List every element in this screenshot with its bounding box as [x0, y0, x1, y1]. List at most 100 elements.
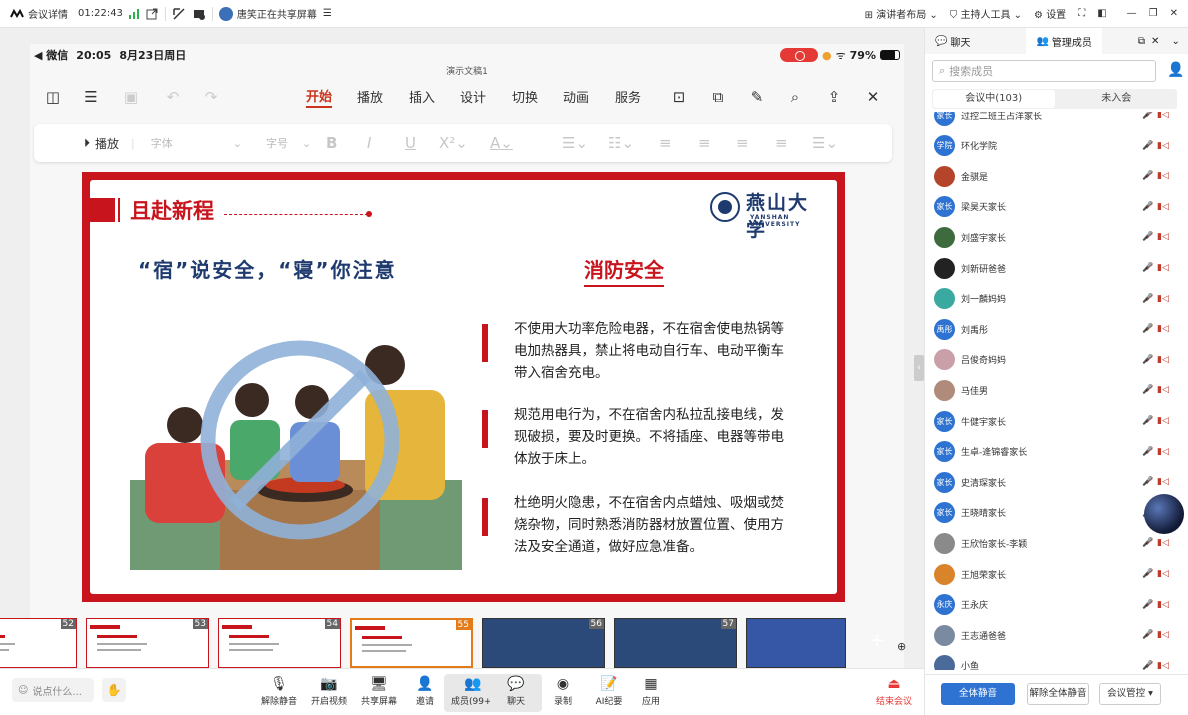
segment-not-joined[interactable]: 未入会 — [1056, 89, 1178, 109]
member-row[interactable]: 家长 牛健宇家长 🎤̸ ▮◁ — [925, 406, 1188, 436]
member-row[interactable]: 禹彤 刘禹彤 🎤̸ ▮◁ — [925, 314, 1188, 344]
camera-off-icon[interactable]: ▮◁ — [1157, 661, 1169, 670]
restore-icon[interactable]: ❐ — [1149, 8, 1158, 19]
camera-off-icon[interactable]: ▮◁ — [1157, 141, 1169, 151]
mic-muted-icon[interactable]: 🎤̸ — [1142, 569, 1153, 579]
camera-off-icon[interactable]: ▮◁ — [1157, 538, 1169, 548]
meeting-info-group[interactable]: 会议详情 01:22:43 — [10, 6, 159, 21]
member-row[interactable]: 家长 过控二班王占洋家长 🎤̸ ▮◁ — [925, 112, 1188, 130]
slide-thumbnail[interactable]: 52 — [0, 618, 77, 668]
tab-chat[interactable]: 💬 聊天 — [925, 34, 980, 49]
mic-muted-icon[interactable]: 🎤̸ — [1142, 661, 1153, 670]
member-row[interactable]: 永庆 王永庆 🎤̸ ▮◁ — [925, 590, 1188, 620]
camera-off-icon[interactable]: ▮◁ — [1157, 112, 1169, 120]
meeting-control-button[interactable]: 会议管控 ▾ — [1099, 683, 1161, 705]
camera-off-icon[interactable]: ▮◁ — [1157, 600, 1169, 610]
camera-off-icon[interactable]: ▮◁ — [1157, 355, 1169, 365]
annotate-icon[interactable] — [172, 7, 186, 21]
zoom-icon[interactable]: ⊕ — [897, 640, 913, 656]
member-row[interactable]: 马佳男 🎤̸ ▮◁ — [925, 375, 1188, 405]
member-row[interactable]: 王欣怡家长-李颖 🎤̸ ▮◁ — [925, 528, 1188, 558]
close-panel-icon[interactable]: ✕ — [1151, 36, 1159, 47]
camera-off-icon[interactable]: ▮◁ — [1157, 630, 1169, 640]
member-row[interactable]: 王志通爸爸 🎤̸ ▮◁ — [925, 620, 1188, 650]
collapse-panel-icon[interactable]: ‹ — [914, 355, 924, 381]
slide-thumbnail[interactable]: 54 — [218, 618, 341, 668]
member-avatar — [934, 165, 955, 187]
mic-muted-icon[interactable]: 🎤̸ — [1142, 600, 1153, 610]
remote-control-icon[interactable] — [192, 7, 206, 21]
unmute-all-button[interactable]: 解除全体静音 — [1027, 683, 1089, 705]
member-row[interactable]: 王旭荣家长 🎤̸ ▮◁ — [925, 559, 1188, 589]
exit-icon: ⏏ — [887, 676, 901, 692]
host-tools-button[interactable]: ⛉ 主持人工具 ⌄ — [950, 6, 1022, 21]
floating-assistant-orb[interactable] — [1144, 494, 1184, 534]
mic-muted-icon[interactable]: 🎤̸ — [1142, 171, 1153, 181]
member-avatar: 家长 — [934, 502, 955, 524]
settings-button[interactable]: ⚙ 设置 — [1034, 6, 1066, 21]
member-row[interactable]: 家长 史清琛家长 🎤̸ ▮◁ — [925, 467, 1188, 497]
member-row[interactable]: 刘一麟妈妈 🎤̸ ▮◁ — [925, 284, 1188, 314]
camera-off-icon[interactable]: ▮◁ — [1157, 324, 1169, 334]
mic-muted-icon[interactable]: 🎤̸ — [1142, 112, 1153, 120]
slide-thumbnail-selected[interactable]: 55 — [350, 618, 473, 668]
external-link-icon[interactable] — [145, 7, 159, 21]
member-row[interactable]: 金骐是 🎤̸ ▮◁ — [925, 161, 1188, 191]
member-row[interactable]: 家长 生卓-逄锦睿家长 🎤̸ ▮◁ — [925, 437, 1188, 467]
add-member-icon[interactable]: 👤 — [1167, 62, 1184, 78]
mic-muted-icon[interactable]: 🎤̸ — [1142, 232, 1153, 242]
menu-icon[interactable]: ☰ — [323, 8, 332, 19]
member-row[interactable]: 家长 梁昊天家长 🎤̸ ▮◁ — [925, 192, 1188, 222]
member-row[interactable]: 小鱼 🎤̸ ▮◁ — [925, 651, 1188, 670]
meeting-info-label[interactable]: 会议详情 — [28, 6, 68, 21]
fullscreen-icon[interactable]: ⛶ — [1078, 8, 1085, 19]
slide-thumbnail[interactable]: 56 — [482, 618, 605, 668]
chat-quick-input[interactable]: ☺ 说点什么... — [12, 678, 94, 702]
presenter-layout-button[interactable]: ⊞ 演讲者布局 ⌄ — [865, 6, 938, 21]
tab-manage-members[interactable]: 👥 管理成员 — [1026, 28, 1102, 54]
mic-muted-icon[interactable]: 🎤̸ — [1142, 202, 1153, 212]
segment-in-meeting[interactable]: 会议中(103) — [933, 90, 1055, 108]
no-hotpot-illustration — [130, 340, 462, 570]
member-search-input[interactable]: ⌕ 搜索成员 — [932, 60, 1156, 82]
mic-muted-icon[interactable]: 🎤̸ — [1142, 141, 1153, 151]
mic-muted-icon[interactable]: 🎤̸ — [1142, 385, 1153, 395]
slide-thumbnail[interactable]: 53 — [86, 618, 209, 668]
mic-muted-icon[interactable]: 🎤̸ — [1142, 263, 1153, 273]
camera-off-icon[interactable]: ▮◁ — [1157, 171, 1169, 181]
close-icon[interactable]: ✕ — [1170, 8, 1178, 19]
member-row[interactable]: 吕俊奇妈妈 🎤̸ ▮◁ — [925, 345, 1188, 375]
camera-off-icon[interactable]: ▮◁ — [1157, 263, 1169, 273]
camera-off-icon[interactable]: ▮◁ — [1157, 294, 1169, 304]
popout-icon[interactable]: ⧉ — [1138, 36, 1145, 47]
mic-muted-icon[interactable]: 🎤̸ — [1142, 355, 1153, 365]
camera-off-icon[interactable]: ▮◁ — [1157, 416, 1169, 426]
minimize-icon[interactable]: — — [1127, 8, 1137, 19]
camera-off-icon[interactable]: ▮◁ — [1157, 447, 1169, 457]
mute-all-button[interactable]: 全体静音 — [941, 683, 1015, 705]
camera-off-icon[interactable]: ▮◁ — [1157, 477, 1169, 487]
member-row[interactable]: 学院 环化学院 🎤̸ ▮◁ — [925, 131, 1188, 161]
mic-muted-icon[interactable]: 🎤̸ — [1142, 324, 1153, 334]
slide-thumbnail[interactable]: 57 — [614, 618, 737, 668]
mic-muted-icon[interactable]: 🎤̸ — [1142, 416, 1153, 426]
member-avatar: 家长 — [934, 196, 955, 218]
slide-thumbnail[interactable] — [746, 618, 846, 668]
raise-hand-button[interactable]: ✋ — [102, 678, 126, 702]
mic-muted-icon[interactable]: 🎤̸ — [1142, 630, 1153, 640]
camera-off-icon[interactable]: ▮◁ — [1157, 385, 1169, 395]
camera-off-icon[interactable]: ▮◁ — [1157, 202, 1169, 212]
mic-muted-icon[interactable]: 🎤̸ — [1142, 538, 1153, 548]
chevron-down-icon[interactable]: ⌄ — [1171, 36, 1179, 47]
sidebar-icon: ◫ — [45, 88, 61, 106]
member-row[interactable]: 刘盛宇家长 🎤̸ ▮◁ — [925, 222, 1188, 252]
sidebar-toggle-icon[interactable]: ◧ — [1097, 8, 1106, 19]
end-meeting-button[interactable]: ⏏ 结束会议 — [865, 674, 923, 712]
mic-muted-icon[interactable]: 🎤̸ — [1142, 477, 1153, 487]
mic-muted-icon[interactable]: 🎤̸ — [1142, 447, 1153, 457]
member-row[interactable]: 刘新研爸爸 🎤̸ ▮◁ — [925, 253, 1188, 283]
camera-off-icon[interactable]: ▮◁ — [1157, 569, 1169, 579]
mic-muted-icon[interactable]: 🎤̸ — [1142, 294, 1153, 304]
apps-button[interactable]: ▦ 应用 — [622, 674, 680, 712]
camera-off-icon[interactable]: ▮◁ — [1157, 232, 1169, 242]
